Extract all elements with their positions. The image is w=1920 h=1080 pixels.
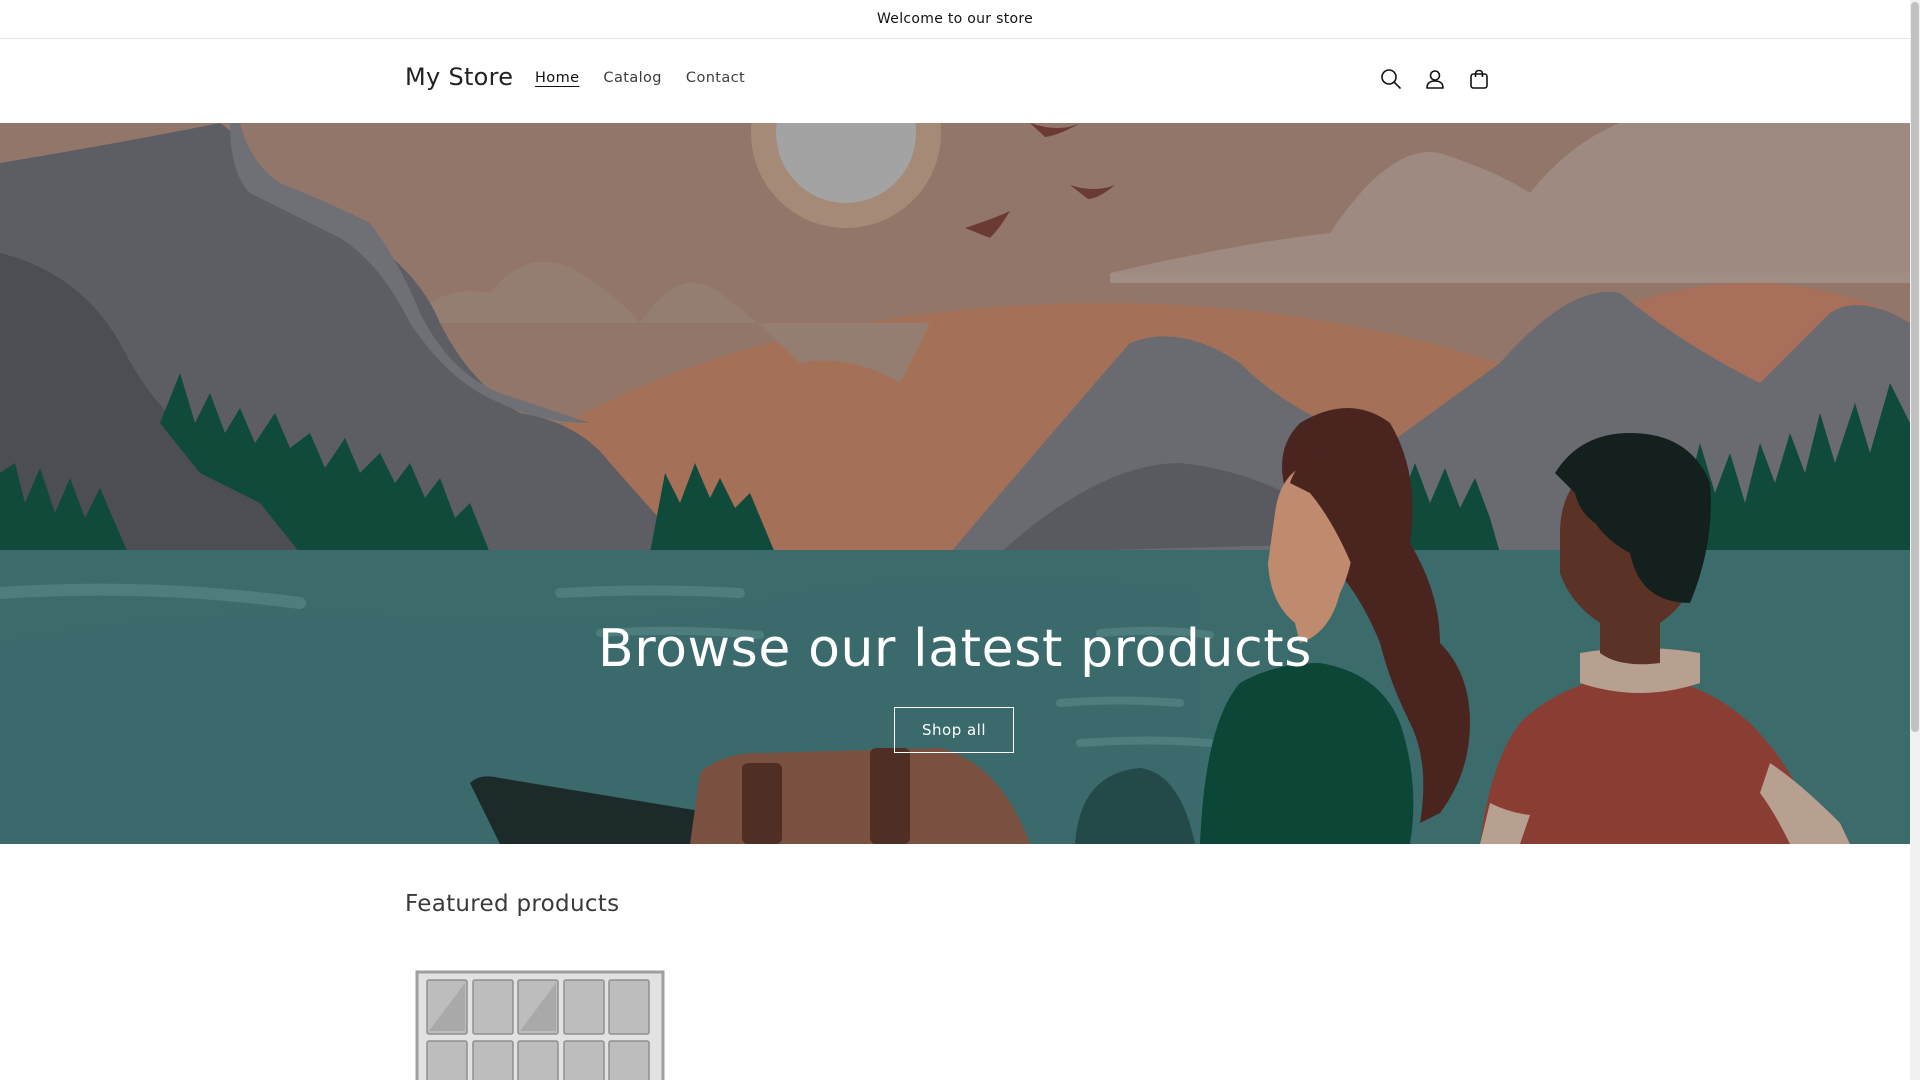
featured-products-heading: Featured products [405, 891, 620, 917]
cart-icon[interactable] [1464, 63, 1494, 95]
announcement-text: Welcome to our store [876, 11, 1034, 27]
product-card[interactable] [405, 965, 675, 1080]
product-image [415, 970, 665, 1080]
nav-catalog[interactable]: Catalog [591, 70, 674, 86]
hero-content: Browse our latest products Shop all [0, 123, 1910, 844]
page: Welcome to our store My Store Home Catal… [0, 0, 1920, 1080]
store-logo[interactable]: My Store [405, 63, 513, 91]
hero-banner: Browse our latest products Shop all [0, 123, 1910, 844]
shop-all-button[interactable]: Shop all [894, 707, 1014, 753]
announcement-bar: Welcome to our store [0, 0, 1910, 39]
account-icon[interactable] [1420, 63, 1450, 95]
hero-title: Browse our latest products [598, 619, 1312, 679]
header-icons [1376, 63, 1494, 95]
scrollbar-track[interactable] [1910, 0, 1920, 1080]
scrollbar-thumb[interactable] [1911, 2, 1919, 732]
search-icon[interactable] [1376, 63, 1406, 95]
nav-home[interactable]: Home [523, 70, 591, 86]
nav-contact[interactable]: Contact [674, 70, 757, 86]
site-header: My Store Home Catalog Contact [0, 39, 1910, 123]
main-nav: Home Catalog Contact [523, 70, 757, 86]
